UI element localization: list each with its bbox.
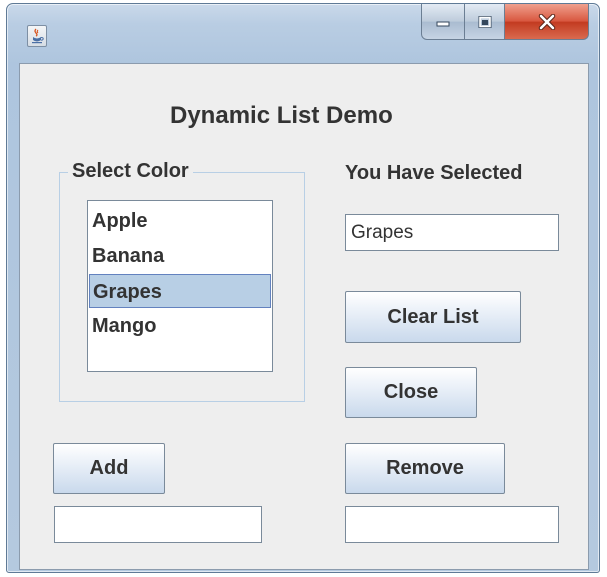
remove-input[interactable] — [345, 506, 559, 543]
add-button[interactable]: Add — [53, 443, 165, 494]
minimize-icon — [436, 21, 450, 26]
close-button[interactable]: Close — [345, 367, 477, 418]
remove-button[interactable]: Remove — [345, 443, 505, 494]
clear-list-button[interactable]: Clear List — [345, 291, 521, 343]
group-legend: Select Color — [68, 160, 193, 183]
title-bar[interactable] — [7, 4, 599, 58]
minimize-button[interactable] — [421, 4, 465, 40]
java-cup-icon[interactable] — [27, 25, 47, 47]
maximize-button[interactable] — [465, 4, 505, 40]
fruit-list[interactable]: Apple Banana Grapes Mango — [87, 200, 273, 372]
list-item-selected[interactable]: Grapes — [89, 274, 271, 308]
maximize-icon — [478, 15, 491, 28]
content-pane: Dynamic List Demo Select Color Apple Ban… — [19, 63, 589, 570]
close-window-button[interactable] — [505, 4, 589, 40]
close-icon — [538, 13, 555, 30]
list-item[interactable]: Apple — [89, 204, 271, 238]
selected-label: You Have Selected — [345, 162, 523, 184]
list-item[interactable]: Banana — [89, 239, 271, 273]
app-window: Dynamic List Demo Select Color Apple Ban… — [6, 3, 600, 573]
list-item[interactable]: Mango — [89, 309, 271, 343]
page-title: Dynamic List Demo — [170, 102, 393, 129]
selected-value-field[interactable] — [345, 214, 559, 251]
add-input[interactable] — [54, 506, 262, 543]
